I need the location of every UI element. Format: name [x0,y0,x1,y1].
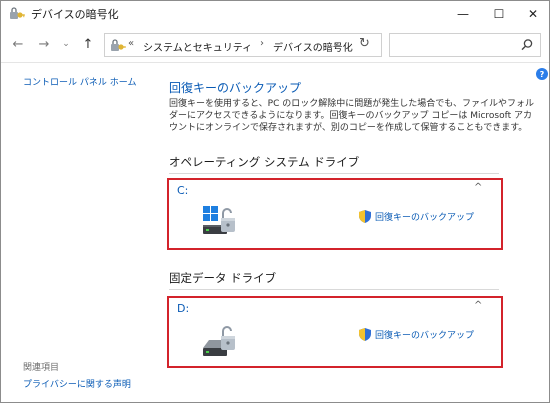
os-drive-section-title: オペレーティング システム ドライブ [169,155,360,169]
recent-locations-button[interactable]: ⌄ [57,35,75,53]
bitlocker-key-icon [111,39,126,51]
collapse-icon[interactable]: ^ [474,182,482,193]
drive-panel-c: C: ^ 回復キーのバックアップ [167,178,503,250]
description-text: 回復キーを使用すると、PC のロック解除中に問題が発生した場合でも、ファイルやフ… [169,99,534,133]
breadcrumb-device-encryption[interactable]: デバイスの暗号化 [273,39,353,54]
backup-recovery-key-button-c[interactable]: 回復キーのバックアップ [375,210,474,223]
related-heading: 関連項目 [23,363,60,373]
address-bar[interactable]: « システムとセキュリティ › デバイスの暗号化 ⌄ ↻ [104,33,382,57]
uac-shield-icon [359,210,371,223]
divider [169,173,499,174]
bitlocker-key-icon [10,7,25,19]
backup-recovery-key-button-d[interactable]: 回復キーのバックアップ [375,328,474,341]
back-button[interactable]: ← [9,35,27,53]
close-button[interactable]: ✕ [513,1,550,27]
privacy-statement-link[interactable]: プライバシーに関する声明 [23,377,131,390]
address-dropdown-button[interactable]: ⌄ [333,38,341,48]
divider [169,289,499,290]
forward-button[interactable]: → [35,35,53,53]
window-title: デバイスの暗号化 [31,8,119,21]
breadcrumb-system-security[interactable]: システムとセキュリティ [143,39,252,54]
search-icon[interactable] [520,38,534,52]
title-bar: デバイスの暗号化 — ☐ ✕ [1,1,549,27]
drive-letter-d[interactable]: D: [177,302,189,315]
navigation-bar: ← → ⌄ ↑ « システムとセキュリティ › デバイスの暗号化 ⌄ ↻ [1,27,549,63]
up-button[interactable]: ↑ [79,35,97,53]
data-drive-unlocked-icon [203,326,235,356]
breadcrumb-overflow[interactable]: « [128,38,134,49]
drive-panel-d: D: ^ 回復キーのバックアップ [167,296,503,368]
fixed-drive-section-title: 固定データ ドライブ [169,271,277,285]
minimize-button[interactable]: — [443,1,483,27]
refresh-button[interactable]: ↻ [359,36,370,51]
control-panel-home-link[interactable]: コントロール パネル ホーム [23,75,136,88]
collapse-icon[interactable]: ^ [474,300,482,311]
os-drive-unlocked-icon [203,206,235,234]
search-input[interactable] [389,33,541,57]
uac-shield-icon [359,328,371,341]
drive-letter-c[interactable]: C: [177,184,188,197]
breadcrumb-separator[interactable]: › [260,38,264,49]
help-icon[interactable]: ? [536,68,548,80]
backup-recovery-key-heading-link[interactable]: 回復キーのバックアップ [169,79,301,96]
main-content: ? コントロール パネル ホーム 関連項目 プライバシーに関する声明 回復キーの… [1,64,549,402]
window: デバイスの暗号化 — ☐ ✕ ← → ⌄ ↑ « システムとセキュリティ › デ… [0,0,550,403]
